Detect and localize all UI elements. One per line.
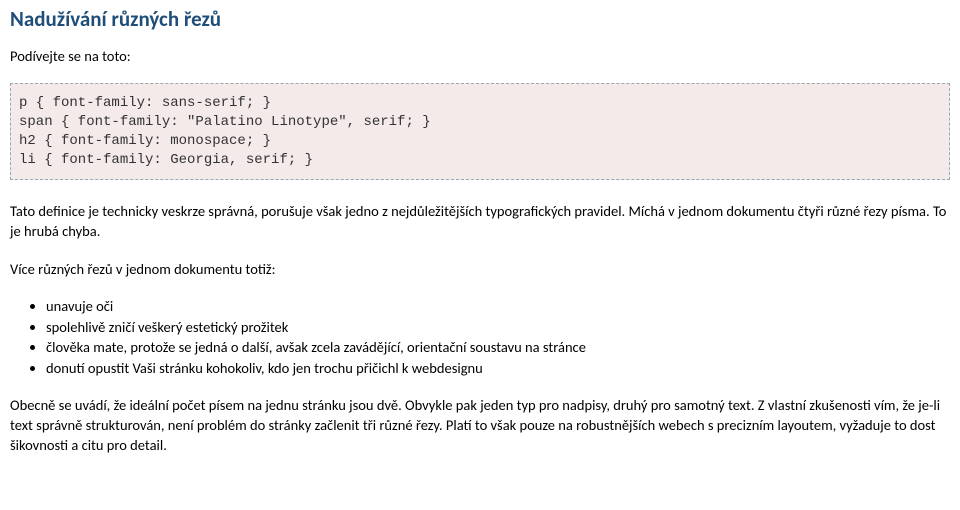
intro-text: Podívejte se na toto:: [10, 47, 950, 67]
list-item: donutí opustit Vaši stránku kohokoliv, k…: [46, 359, 950, 379]
list-item: unavuje oči: [46, 297, 950, 317]
heading: Nadužívání různých řezů: [10, 5, 950, 33]
paragraph-2: Více různých řezů v jednom dokumentu tot…: [10, 260, 950, 280]
paragraph-1: Tato definice je technicky veskrze správ…: [10, 202, 950, 241]
list-item: spolehlivě zničí veškerý estetický proži…: [46, 318, 950, 338]
bullet-list: unavuje oči spolehlivě zničí veškerý est…: [10, 297, 950, 378]
code-block: p { font-family: sans-serif; } span { fo…: [10, 83, 950, 181]
list-item: člověka mate, protože se jedná o další, …: [46, 338, 950, 358]
footer-paragraph: Obecně se uvádí, že ideální počet písem …: [10, 396, 950, 455]
